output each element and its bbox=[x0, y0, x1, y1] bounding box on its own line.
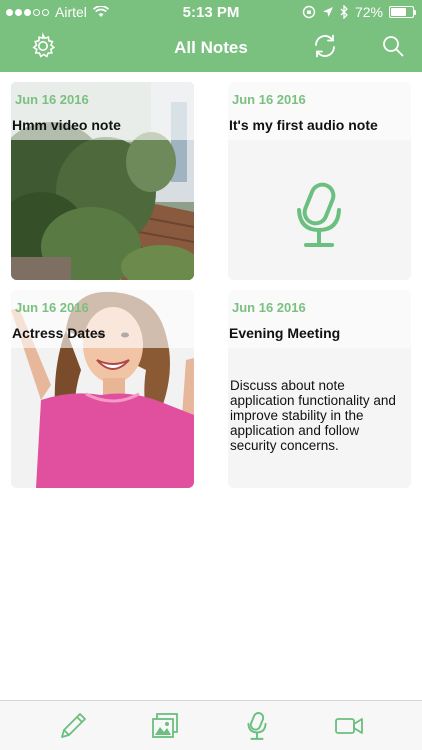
battery-level bbox=[391, 8, 407, 16]
search-button[interactable] bbox=[378, 31, 408, 61]
refresh-icon bbox=[315, 34, 335, 58]
note-card-audio[interactable]: Jun 16 2016 It's my first audio note bbox=[228, 82, 411, 280]
page-title: All Notes bbox=[174, 38, 248, 57]
photos-icon bbox=[152, 713, 178, 738]
search-icon bbox=[383, 36, 404, 57]
note-body: Discuss about note application functiona… bbox=[230, 378, 396, 453]
video-camera-icon bbox=[335, 718, 363, 734]
new-video-note-button[interactable] bbox=[331, 709, 367, 743]
microphone-icon bbox=[247, 712, 267, 740]
note-date: Jun 16 2016 bbox=[15, 92, 89, 107]
note-date: Jun 16 2016 bbox=[232, 300, 306, 315]
new-audio-note-button[interactable] bbox=[239, 709, 275, 743]
note-date: Jun 16 2016 bbox=[232, 92, 306, 107]
status-right: 72% bbox=[302, 4, 416, 20]
orientation-lock-icon bbox=[302, 5, 316, 19]
app-header: Airtel 5:13 PM 72% All Notes bbox=[0, 0, 422, 72]
note-date: Jun 16 2016 bbox=[15, 300, 89, 315]
note-card-text[interactable]: Jun 16 2016 Evening Meeting Discuss abou… bbox=[228, 290, 411, 488]
note-card-image[interactable]: Jun 16 2016 Actress Dates bbox=[11, 290, 194, 488]
note-title: It's my first audio note bbox=[229, 117, 378, 133]
bluetooth-icon bbox=[340, 5, 348, 19]
microphone-icon bbox=[297, 182, 341, 247]
status-bar: Airtel 5:13 PM 72% bbox=[0, 0, 422, 24]
refresh-button[interactable] bbox=[310, 31, 340, 61]
pencil-icon bbox=[61, 713, 86, 738]
note-title: Hmm video note bbox=[12, 117, 121, 133]
new-text-note-button[interactable] bbox=[55, 709, 91, 743]
note-title: Actress Dates bbox=[12, 325, 106, 341]
note-card-video[interactable]: Jun 16 2016 Hmm video note bbox=[11, 82, 194, 280]
battery-icon bbox=[389, 6, 416, 18]
new-image-note-button[interactable] bbox=[147, 709, 183, 743]
battery-percent: 72% bbox=[354, 4, 383, 20]
location-arrow-icon bbox=[322, 7, 333, 17]
note-title: Evening Meeting bbox=[229, 325, 341, 341]
bottom-toolbar bbox=[0, 700, 422, 750]
